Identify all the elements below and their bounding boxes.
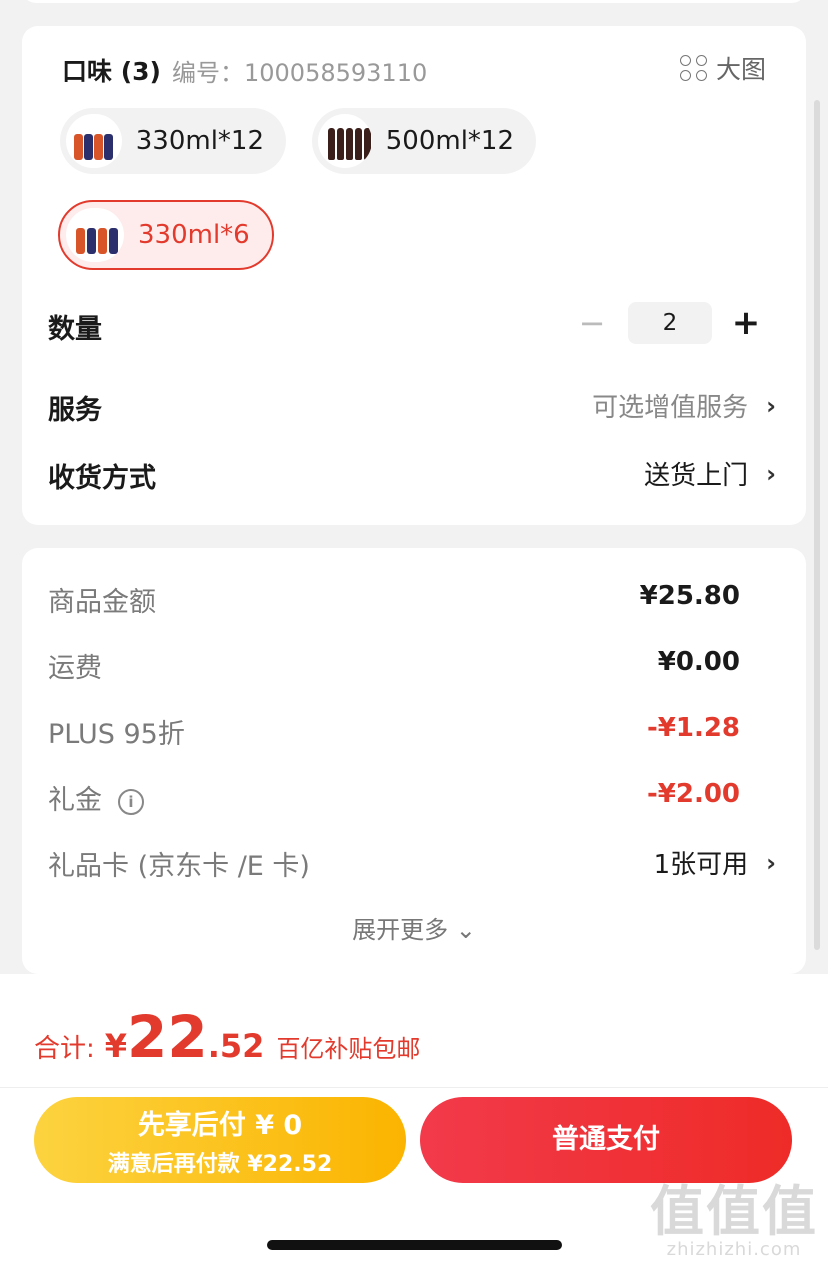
gift-card-selector[interactable]: 1张可用 › <box>654 844 776 881</box>
watermark-logo: 值值值 <box>650 1180 818 1243</box>
product-thumbnail <box>318 114 372 168</box>
delivery-value: 送货上门 <box>644 461 749 491</box>
scroll-indicator <box>814 100 820 950</box>
service-selector[interactable]: 可选增值服务 › <box>592 387 776 424</box>
sku-number: 编号：100058593110 <box>172 59 428 87</box>
pay-later-subtitle: 满意后再付款 ¥22.52 <box>107 1151 333 1177</box>
product-thumbnail <box>66 114 122 168</box>
chevron-right-icon: › <box>766 459 776 488</box>
chevron-right-icon: › <box>766 391 776 420</box>
option-500ml-12[interactable]: 500ml*12 <box>312 108 536 174</box>
spec-card: 口味 (3) 编号：100058593110 大图 330ml*12 500ml… <box>22 26 806 525</box>
pay-later-title: 先享后付 ¥ 0 <box>137 1109 303 1141</box>
total-decimal: .52 <box>207 1027 265 1065</box>
shipping-label: 运费 <box>48 653 102 684</box>
goods-amount-label: 商品金额 <box>48 587 156 618</box>
watermark-domain: zhizhizhi.com <box>666 1239 802 1260</box>
pay-later-button[interactable]: 先享后付 ¥ 0 满意后再付款 ¥22.52 <box>34 1097 406 1183</box>
plus-button[interactable]: + <box>726 303 766 343</box>
plus-discount-value: -¥1.28 <box>646 713 740 743</box>
previous-card-edge <box>22 0 806 3</box>
minus-button[interactable]: − <box>572 304 612 342</box>
gift-money-label: 礼金 <box>48 785 102 816</box>
chevron-right-icon: › <box>766 848 776 877</box>
option-330ml-12[interactable]: 330ml*12 <box>60 108 286 174</box>
gift-card-value: 1张可用 <box>653 850 749 880</box>
big-image-button[interactable]: 大图 <box>679 50 766 86</box>
delivery-label: 收货方式 <box>48 463 156 494</box>
watermark: 值值值 zhizhizhi.com <box>650 1180 818 1261</box>
quantity-stepper: − 2 + <box>572 302 766 344</box>
flavor-header: 口味 (3) <box>62 57 161 86</box>
service-label: 服务 <box>48 395 102 426</box>
total-label: 合计: <box>34 1034 95 1064</box>
option-label: 330ml*12 <box>135 126 264 156</box>
option-330ml-6[interactable]: 330ml*6 <box>58 200 274 270</box>
total-amount: 合计: ¥ 22 .52 百亿补贴包邮 <box>34 1008 420 1066</box>
currency-symbol: ¥ <box>104 1027 128 1065</box>
home-indicator <box>267 1240 562 1250</box>
info-icon[interactable]: i <box>118 788 144 815</box>
grid-icon <box>679 55 708 81</box>
total-integer: 22 <box>127 1003 208 1071</box>
gift-money-row: 礼金 i <box>48 778 144 817</box>
product-thumbnail <box>66 208 124 262</box>
goods-amount-value: ¥25.80 <box>639 581 740 611</box>
divider <box>0 1087 828 1088</box>
option-label: 330ml*6 <box>138 220 250 250</box>
shipping-value: ¥0.00 <box>657 647 740 677</box>
gift-card-label: 礼品卡 (京东卡 /E 卡) <box>48 851 310 882</box>
subsidy-tag: 百亿补贴包邮 <box>276 1035 421 1063</box>
gift-money-value: -¥2.00 <box>646 779 740 809</box>
big-image-label: 大图 <box>715 55 766 84</box>
service-value: 可选增值服务 <box>592 393 749 423</box>
plus-discount-label: PLUS 95折 <box>48 719 185 750</box>
normal-pay-button[interactable]: 普通支付 <box>420 1097 792 1183</box>
checkout-bar: 合计: ¥ 22 .52 百亿补贴包邮 先享后付 ¥ 0 满意后再付款 ¥22.… <box>0 974 828 1268</box>
quantity-input[interactable]: 2 <box>628 302 712 344</box>
quantity-label: 数量 <box>48 314 102 345</box>
expand-more-button[interactable]: 展开更多 ⌄ <box>22 910 806 945</box>
price-card: 商品金额 ¥25.80 运费 ¥0.00 PLUS 95折 -¥1.28 礼金 i… <box>22 548 806 974</box>
option-label: 500ml*12 <box>385 126 514 156</box>
delivery-selector[interactable]: 送货上门 › <box>644 455 776 492</box>
